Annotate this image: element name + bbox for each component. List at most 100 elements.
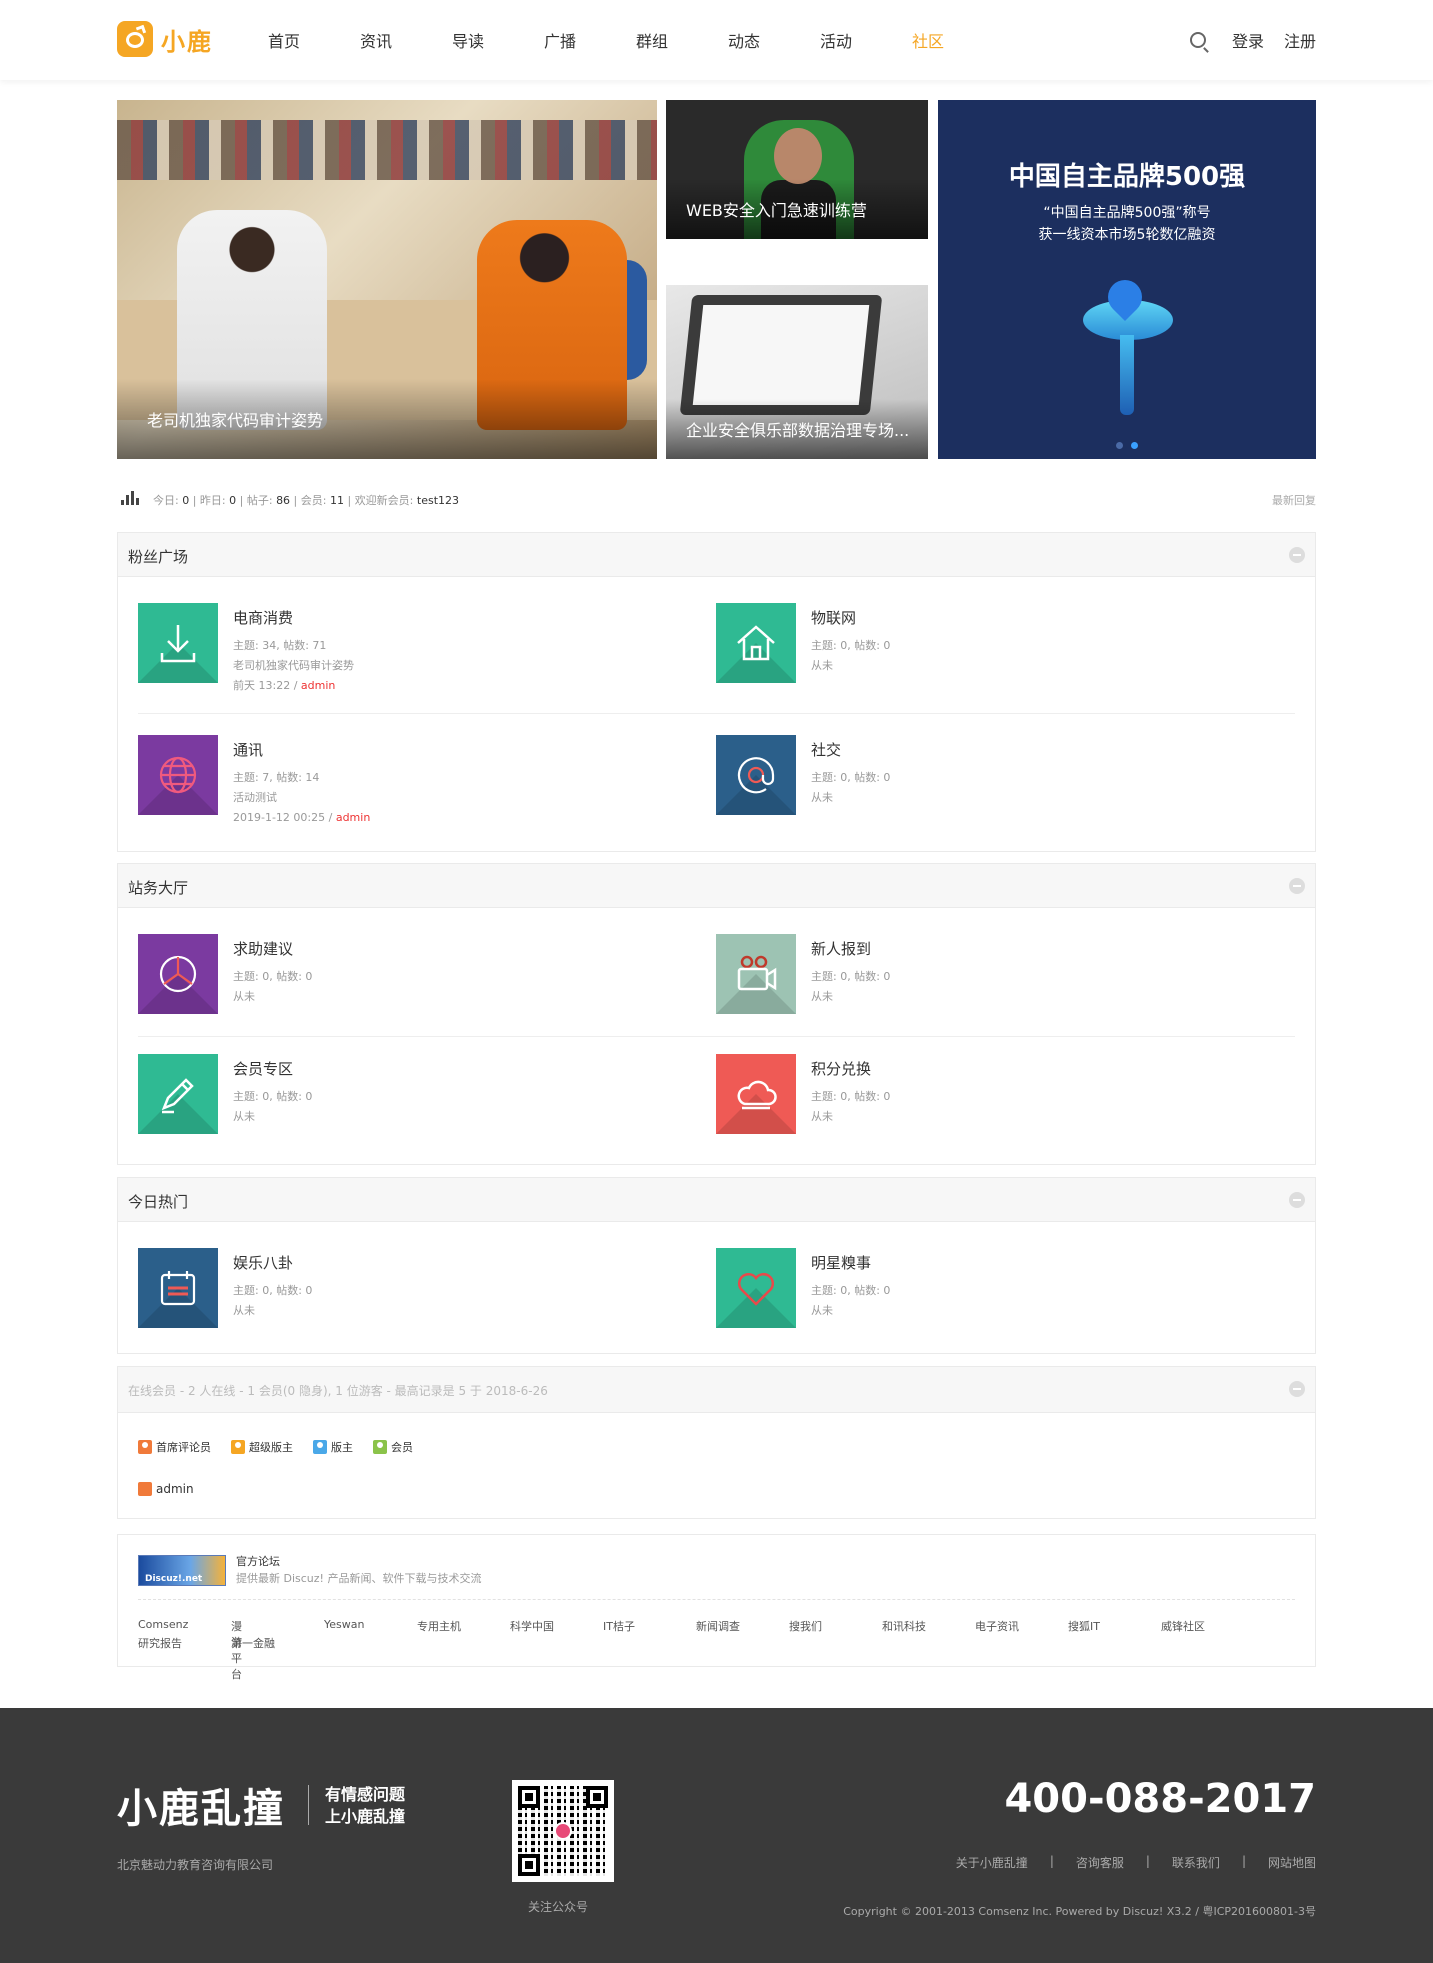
nav-guide[interactable]: 导读: [452, 28, 544, 52]
forum-meta: 主题: 0, 帖数: 0 从未: [233, 1284, 313, 1317]
forum-name[interactable]: 娱乐八卦: [233, 1252, 293, 1273]
last-post-author[interactable]: admin: [301, 679, 335, 692]
online-summary[interactable]: 在线会员 - 2 人在线 - 1 会员(0 隐身), 1 位游客 - 最高记录是…: [128, 1382, 548, 1399]
friend-link[interactable]: 新闻调查: [696, 1618, 740, 1634]
official-forum-link[interactable]: 官方论坛: [236, 1553, 280, 1569]
forum-name[interactable]: 求助建议: [233, 938, 293, 959]
banner-small-top[interactable]: WEB安全入门急速训练营: [666, 100, 928, 239]
forum-name[interactable]: 社交: [811, 739, 841, 760]
banner-small-bottom-caption[interactable]: 企业安全俱乐部数据治理专场...: [686, 417, 916, 441]
pencil-icon[interactable]: [138, 1054, 218, 1134]
top-header: 小鹿 首页 资讯 导读 广播 群组 动态 活动 社区 登录 注册: [0, 0, 1433, 80]
nav-feed[interactable]: 动态: [728, 28, 820, 52]
nav-community[interactable]: 社区: [912, 28, 1004, 52]
last-post-title[interactable]: 活动测试: [233, 788, 370, 808]
forum-item[interactable]: 求助建议 主题: 0, 帖数: 0 从未: [138, 934, 698, 1034]
banner-main-caption[interactable]: 老司机独家代码审计姿势: [147, 407, 323, 431]
nav-events[interactable]: 活动: [820, 28, 912, 52]
forum-item[interactable]: 会员专区 主题: 0, 帖数: 0 从未: [138, 1054, 698, 1154]
search-icon[interactable]: [1189, 32, 1206, 48]
download-icon[interactable]: [138, 603, 218, 683]
last-post-title[interactable]: 老司机独家代码审计姿势: [233, 656, 354, 676]
banner-small-bottom[interactable]: 企业安全俱乐部数据治理专场...: [666, 285, 928, 459]
forum-name[interactable]: 会员专区: [233, 1058, 293, 1079]
friend-link[interactable]: 第一金融: [231, 1635, 275, 1651]
banner-main-slide[interactable]: 老司机独家代码审计姿势: [117, 100, 657, 459]
collapse-icon[interactable]: [1289, 1381, 1305, 1397]
site-footer: 小鹿乱撞 有情感问题 上小鹿乱撞 北京魅动力教育咨询有限公司 关注公众号 400…: [0, 1708, 1433, 1963]
collapse-icon[interactable]: [1289, 1192, 1305, 1208]
friend-link[interactable]: 搜我们: [789, 1618, 822, 1634]
latest-reply-link[interactable]: 最新回复: [1272, 492, 1316, 508]
friend-link[interactable]: 专用主机: [417, 1618, 461, 1634]
friend-links-panel: Discuz!.net 官方论坛 提供最新 Discuz! 产品新闻、软件下载与…: [117, 1534, 1316, 1681]
carousel-dot-active[interactable]: [1131, 442, 1138, 449]
legend-member: 会员: [373, 1439, 413, 1455]
login-link[interactable]: 登录: [1232, 28, 1264, 52]
footer-link-support[interactable]: 咨询客服: [1076, 1854, 1124, 1871]
friend-link[interactable]: 搜狐IT: [1068, 1618, 1100, 1634]
qr-caption: 关注公众号: [528, 1900, 589, 1914]
nav-groups[interactable]: 群组: [636, 28, 728, 52]
forum-meta: 主题: 0, 帖数: 0 从未: [811, 639, 891, 672]
aperture-icon[interactable]: [138, 934, 218, 1014]
forum-item[interactable]: 积分兑换 主题: 0, 帖数: 0 从未: [716, 1054, 1276, 1154]
stats-text: 今日: 0 | 昨日: 0 | 帖子: 86 | 会员: 11 | 欢迎新会员:…: [153, 494, 460, 507]
friend-link[interactable]: 研究报告: [138, 1635, 182, 1651]
footer-link-sitemap[interactable]: 网站地图: [1268, 1854, 1316, 1871]
forum-item[interactable]: 明星糗事 主题: 0, 帖数: 0 从未: [716, 1248, 1276, 1348]
collapse-icon[interactable]: [1289, 547, 1305, 563]
home-icon[interactable]: [716, 603, 796, 683]
friend-link[interactable]: IT桔子: [603, 1618, 635, 1634]
banner-ad[interactable]: 中国自主品牌500强 “中国自主品牌500强”称号 获一线资本市场5轮数亿融资: [938, 100, 1316, 459]
forum-name[interactable]: 物联网: [811, 607, 856, 628]
newest-member-link[interactable]: test123: [417, 494, 459, 507]
register-link[interactable]: 注册: [1284, 28, 1316, 52]
forum-name[interactable]: 新人报到: [811, 938, 871, 959]
at-icon[interactable]: [716, 735, 796, 815]
banner-small-top-caption[interactable]: WEB安全入门急速训练营: [686, 197, 916, 221]
section-title[interactable]: 站务大厅: [128, 877, 188, 898]
last-post-author[interactable]: admin: [336, 811, 370, 824]
user-orange-icon: [138, 1482, 152, 1496]
carousel-dot[interactable]: [1116, 442, 1123, 449]
forum-item[interactable]: 通讯 主题: 7, 帖数: 14 活动测试 2019-1-12 00:25 / …: [138, 735, 698, 835]
forum-item[interactable]: 社交 主题: 0, 帖数: 0 从未: [716, 735, 1276, 835]
online-user[interactable]: admin: [138, 1482, 194, 1496]
friend-link[interactable]: Yeswan: [324, 1618, 364, 1631]
forum-item[interactable]: 娱乐八卦 主题: 0, 帖数: 0 从未: [138, 1248, 698, 1348]
nav-news[interactable]: 资讯: [360, 28, 452, 52]
forum-name[interactable]: 通讯: [233, 739, 263, 760]
section-title[interactable]: 粉丝广场: [128, 546, 188, 567]
friend-link[interactable]: 电子资讯: [975, 1618, 1019, 1634]
footer-link-about[interactable]: 关于小鹿乱撞: [956, 1854, 1028, 1871]
video-camera-icon[interactable]: [716, 934, 796, 1014]
collapse-icon[interactable]: [1289, 878, 1305, 894]
forum-name[interactable]: 电商消费: [233, 607, 293, 628]
section-title[interactable]: 今日热门: [128, 1191, 188, 1212]
forum-meta: 主题: 34, 帖数: 71 老司机独家代码审计姿势 前天 13:22 / ad…: [233, 639, 354, 692]
forum-name[interactable]: 积分兑换: [811, 1058, 871, 1079]
forum-item[interactable]: 电商消费 主题: 34, 帖数: 71 老司机独家代码审计姿势 前天 13:22…: [138, 603, 698, 703]
nav-home[interactable]: 首页: [268, 28, 360, 52]
friend-link[interactable]: Comsenz: [138, 1618, 188, 1631]
calendar-icon[interactable]: [138, 1248, 218, 1328]
footer-link-contact[interactable]: 联系我们: [1172, 1854, 1220, 1871]
main-nav: 首页 资讯 导读 广播 群组 动态 活动 社区: [268, 28, 1004, 52]
nav-broadcast[interactable]: 广播: [544, 28, 636, 52]
friend-link[interactable]: 威锋社区: [1161, 1618, 1205, 1634]
forum-name[interactable]: 明星糗事: [811, 1252, 871, 1273]
heart-icon[interactable]: [716, 1248, 796, 1328]
friend-link[interactable]: 和讯科技: [882, 1618, 926, 1634]
forum-item[interactable]: 新人报到 主题: 0, 帖数: 0 从未: [716, 934, 1276, 1034]
discuz-logo[interactable]: Discuz!.net: [138, 1555, 226, 1586]
forum-meta: 主题: 0, 帖数: 0 从未: [233, 970, 313, 1003]
section-today-hot: 今日热门 娱乐八卦 主题: 0, 帖数: 0 从未 明星糗事 主题: 0, 帖数…: [117, 1177, 1316, 1354]
forum-item[interactable]: 物联网 主题: 0, 帖数: 0 从未: [716, 603, 1276, 703]
copyright: Copyright © 2001-2013 Comsenz Inc. Power…: [843, 1905, 1316, 1918]
friend-link[interactable]: 科学中国: [510, 1618, 554, 1634]
cloud-icon[interactable]: [716, 1054, 796, 1134]
site-logo[interactable]: 小鹿: [117, 21, 213, 57]
globe-icon[interactable]: [138, 735, 218, 815]
legend-moderator: 版主: [313, 1439, 353, 1455]
